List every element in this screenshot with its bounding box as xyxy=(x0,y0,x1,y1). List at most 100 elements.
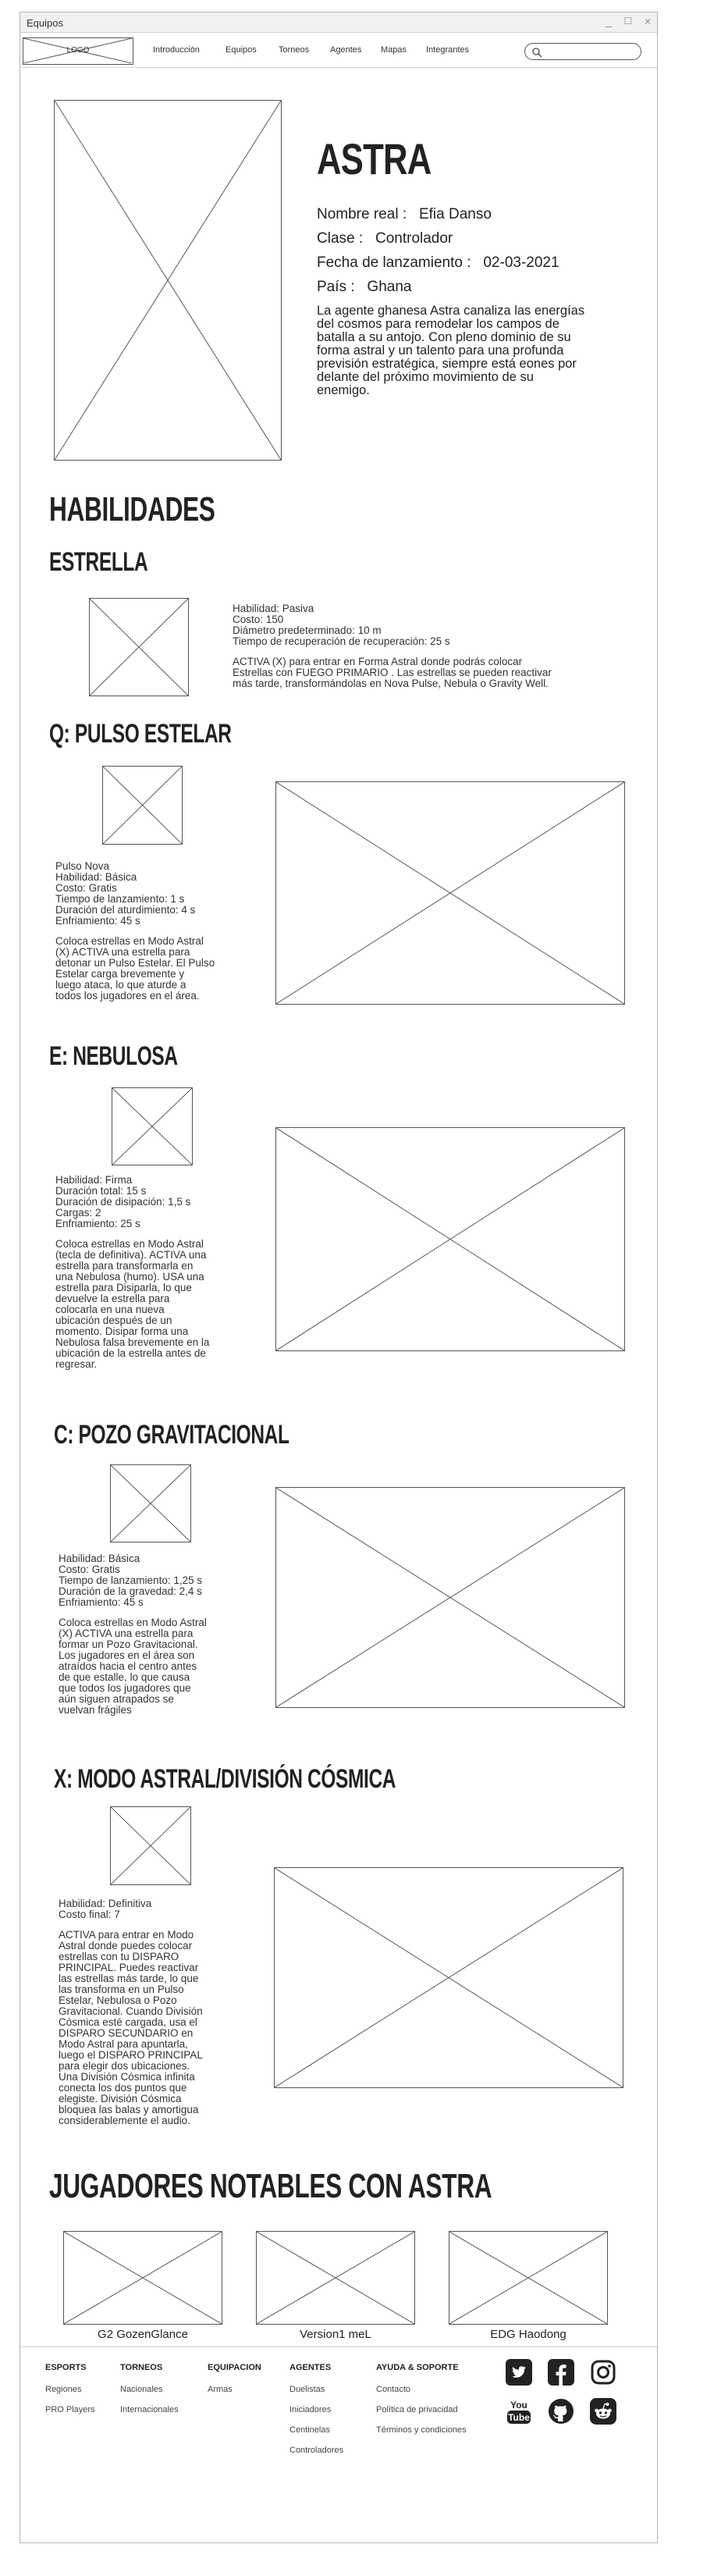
logo[interactable]: LOGO xyxy=(23,37,133,65)
text-line: Modo Astral para apuntarla, xyxy=(59,2038,188,2050)
footer-link-regiones[interactable]: Regiones xyxy=(45,2385,95,2394)
nav-agentes[interactable]: Agentes xyxy=(330,45,361,55)
text-line: PRINCIPAL. Puedes reactivar xyxy=(59,1962,199,1973)
text-line: las transforma en un Pulso xyxy=(59,1984,184,1995)
text-line: Coloca estrellas en Modo Astral xyxy=(55,935,204,947)
real-name-row: Nombre real : Efia Danso xyxy=(317,206,492,223)
footer-link-nacionales[interactable]: Nacionales xyxy=(120,2385,179,2394)
text-line: Coloca estrellas en Modo Astral xyxy=(55,1238,204,1250)
search-input[interactable] xyxy=(524,43,641,60)
text-line: ACTIVA (X) para entrar en Forma Astral d… xyxy=(233,656,523,667)
footer-link-controladores[interactable]: Controladores xyxy=(289,2446,343,2455)
player-3-name[interactable]: EDG Haodong xyxy=(450,2328,606,2341)
text-line: ubicación después de un xyxy=(55,1315,172,1326)
minimize-button[interactable]: _ xyxy=(602,15,616,27)
x-icon-placeholder xyxy=(110,1806,191,1885)
footer-col-esports: ESPORTS Regiones PRO Players xyxy=(45,2363,95,2425)
text-line: ACTIVA para entrar en Modo xyxy=(59,1929,194,1941)
class-label: Clase : xyxy=(317,230,364,247)
q-info: Pulso Nova Habilidad: Básica Costo: Gratis… xyxy=(55,861,266,1002)
nav-torneos[interactable]: Torneos xyxy=(279,45,309,55)
text-line: detonar un Pulso Estelar. El Pulso xyxy=(55,957,215,969)
text-line: elegiste. División Cósmica xyxy=(59,2093,182,2105)
text-line: estrella para transformarla en xyxy=(55,1260,194,1272)
facebook-icon[interactable] xyxy=(548,2359,574,2386)
x-media-placeholder xyxy=(274,1867,623,2088)
text-line: estrella para Disiparla, lo que xyxy=(55,1282,192,1293)
country-label: País : xyxy=(317,279,355,295)
e-info: Habilidad: Firma Duración total: 15 s Dura… xyxy=(55,1175,266,1370)
text-line: Gravitacional. Cuando División xyxy=(59,2005,203,2017)
text-line: (X) ACTIVA una estrella para xyxy=(59,1628,194,1639)
q-title: Q: PULSO ESTELAR xyxy=(49,719,232,749)
text-line: Estrellas con FUEGO PRIMARIO . Las estre… xyxy=(233,667,552,678)
player-3-image-placeholder[interactable] xyxy=(449,2231,608,2325)
footer-heading-torneos: TORNEOS xyxy=(120,2363,163,2372)
nav-introduccion[interactable]: Introducción xyxy=(153,45,200,55)
player-2-image-placeholder[interactable] xyxy=(256,2231,415,2325)
top-navigation: LOGO Introducción Equipos Torneos Agente… xyxy=(20,34,657,68)
text-line: Enfriamiento: 45 s xyxy=(55,915,140,927)
footer-link-terminos[interactable]: Términos y condiciones xyxy=(376,2425,467,2435)
reddit-icon[interactable] xyxy=(590,2398,616,2425)
real-name-label: Nombre real : xyxy=(317,206,407,222)
footer-heading-esports: ESPORTS xyxy=(45,2363,87,2372)
class-row: Clase : Controlador xyxy=(317,230,453,247)
text-line: (X) ACTIVA una estrella para xyxy=(55,946,190,958)
footer-link-iniciadores[interactable]: Iniciadores xyxy=(289,2405,343,2414)
footer-link-internacionales[interactable]: Internacionales xyxy=(120,2405,179,2414)
nav-integrantes[interactable]: Integrantes xyxy=(426,45,469,55)
maximize-button[interactable]: ☐ xyxy=(621,16,635,27)
text-line: todos los jugadores en el área. xyxy=(55,990,200,1002)
nav-equipos[interactable]: Equipos xyxy=(226,45,257,55)
text-line: aún siguen atrapados se xyxy=(59,1693,174,1705)
footer-link-duelistas[interactable]: Duelistas xyxy=(289,2385,343,2394)
estrella-title: ESTRELLA xyxy=(49,547,148,577)
footer-heading-agentes: AGENTES xyxy=(289,2363,332,2372)
text-line: Una División Cósmica infinita xyxy=(59,2071,195,2083)
nav-mapas[interactable]: Mapas xyxy=(381,45,407,55)
footer-link-contacto[interactable]: Contacto xyxy=(376,2385,467,2394)
release-value: 02-03-2021 xyxy=(483,254,559,271)
text-line: Coloca estrellas en Modo Astral xyxy=(59,1617,207,1628)
footer-heading-ayuda: AYUDA & SOPORTE xyxy=(376,2363,459,2372)
agent-portrait-placeholder xyxy=(54,100,282,461)
twitter-icon[interactable] xyxy=(506,2359,532,2386)
estrella-icon-placeholder xyxy=(89,598,189,696)
text-line: Estelar carga brevemente y xyxy=(55,968,185,980)
text-line: Diámetro predeterminado: 10 m xyxy=(233,624,382,636)
title-bar: Equipos _ ☐ × xyxy=(20,12,657,33)
svg-text:You: You xyxy=(510,2400,527,2411)
footer-link-privacidad[interactable]: Política de privacidad xyxy=(376,2405,467,2414)
text-line: Duración total: 15 s xyxy=(55,1185,147,1197)
text-line: conecta los dos puntos que xyxy=(59,2082,187,2094)
footer-heading-equipacion: EQUIPACION xyxy=(208,2363,261,2372)
player-1-name[interactable]: G2 GozenGlance xyxy=(65,2328,221,2341)
text-line: regresar. xyxy=(55,1358,98,1370)
c-icon-placeholder xyxy=(110,1464,191,1542)
text-line: Costo: Gratis xyxy=(59,1564,120,1575)
footer-col-equipacion: EQUIPACION Armas xyxy=(208,2363,261,2405)
agent-bio: La agente ghanesa Astra canaliza las ene… xyxy=(317,304,585,397)
text-line: más tarde, transformándolas en Nova Puls… xyxy=(233,678,549,689)
text-line: considerablemente el audio. xyxy=(59,2115,190,2126)
real-name-value: Efia Danso xyxy=(418,206,492,222)
text-line: momento. Disipar forma una xyxy=(55,1325,189,1337)
player-2-name[interactable]: Version1 meL xyxy=(258,2328,414,2341)
close-button[interactable]: × xyxy=(641,15,655,27)
text-line: Enfriamiento: 45 s xyxy=(59,1596,144,1608)
github-icon[interactable] xyxy=(548,2398,574,2425)
c-info: Habilidad: Básica Costo: Gratis Tiempo de … xyxy=(59,1553,269,1716)
text-line: Habilidad: Básica xyxy=(55,871,137,883)
footer-link-pro-players[interactable]: PRO Players xyxy=(45,2405,95,2414)
text-line: ubicación de la estrella antes de xyxy=(55,1347,206,1359)
text-line: DISPARO SECUNDARIO en xyxy=(59,2027,194,2039)
footer-link-armas[interactable]: Armas xyxy=(208,2385,261,2394)
text-line: Habilidad: Firma xyxy=(55,1174,133,1186)
footer-link-centinelas[interactable]: Centinelas xyxy=(289,2425,343,2435)
player-1-image-placeholder[interactable] xyxy=(63,2231,222,2325)
youtube-icon[interactable]: You Tube xyxy=(506,2398,532,2425)
text-line: formar un Pozo Gravitacional. xyxy=(59,1638,198,1650)
instagram-icon[interactable] xyxy=(590,2359,616,2386)
text-line: Cósmica esté cargada, usa el xyxy=(59,2016,197,2028)
